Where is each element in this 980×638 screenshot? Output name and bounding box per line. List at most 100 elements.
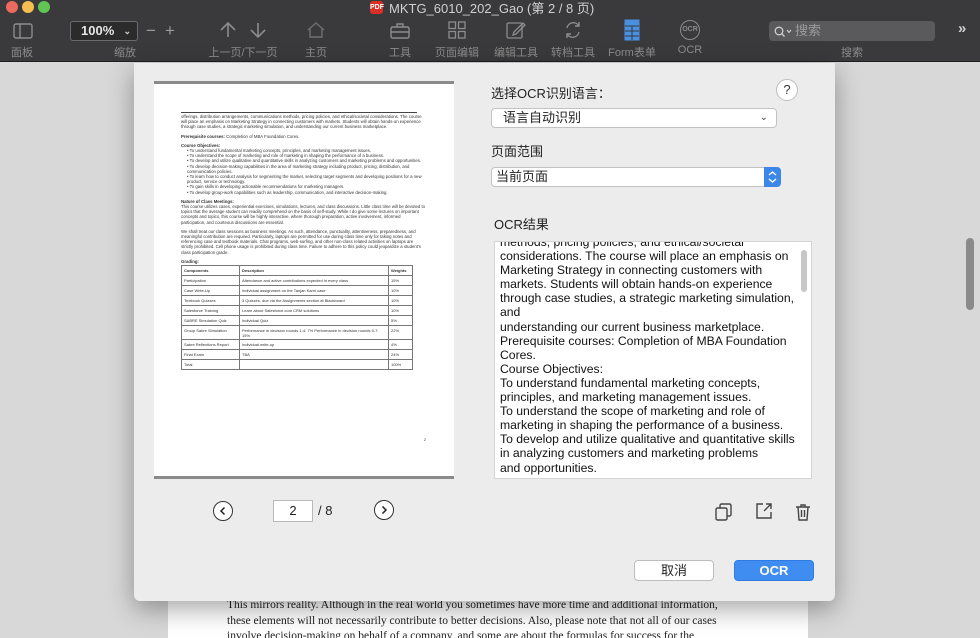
- table-cell: Case Write-Up: [181, 285, 240, 297]
- tools-label: 工具: [389, 47, 411, 59]
- tools-button[interactable]: 工具: [382, 0, 418, 62]
- table-cell: 10%: [388, 285, 413, 297]
- table-cell: 10%: [388, 305, 413, 317]
- ocr-line: Prerequisite courses: Completion of MBA …: [500, 333, 787, 348]
- ocr-line: understanding our current business marke…: [500, 319, 765, 334]
- ocr-language-title: 选择OCR识别语言：: [491, 86, 611, 101]
- table-header: Components: [181, 265, 240, 277]
- trash-icon: [796, 504, 810, 521]
- table-cell: SABRE Simulation Quiz: [181, 315, 240, 327]
- convert-tools-button[interactable]: 转档工具: [546, 0, 600, 62]
- ocr-result-text: methods, pricing policies, and ethical/s…: [500, 242, 800, 475]
- zoom-in-button[interactable]: +: [163, 21, 177, 40]
- page-range-select[interactable]: 当前页面: [491, 167, 781, 187]
- arrow-up-icon[interactable]: [218, 20, 238, 40]
- panel-label: 面板: [11, 47, 33, 59]
- page-edit-button[interactable]: 页面编辑: [430, 0, 484, 62]
- table-header-row: Components Description Weights: [181, 265, 413, 277]
- document-line: these elements will not necessarily cont…: [227, 614, 717, 627]
- table-cell: Individual Quiz: [239, 315, 389, 327]
- home-label: 主页: [305, 47, 327, 59]
- ocr-result-title: OCR结果: [494, 217, 549, 232]
- delete-button[interactable]: [793, 502, 813, 522]
- search-label: 搜索: [841, 47, 863, 59]
- ocr-line: Course Objectives:: [500, 361, 603, 376]
- table-header: Description: [239, 265, 389, 277]
- table-cell: Performance in decision rounds 1-4: 7% P…: [239, 325, 389, 341]
- page-number-input[interactable]: 2: [273, 500, 313, 522]
- page-preview: offerings, distribution arrangements, co…: [154, 81, 454, 479]
- ocr-toolbar-button[interactable]: OCR OCR: [672, 0, 708, 62]
- cancel-button[interactable]: 取消: [634, 560, 714, 581]
- ocr-result-scrollbar[interactable]: [801, 250, 807, 292]
- home-button[interactable]: 主页: [296, 0, 336, 62]
- table-cell: 10%: [388, 295, 413, 307]
- prev-next-label: 上一页/下一页: [208, 47, 278, 59]
- table-cell: Individual write-up: [239, 339, 389, 351]
- preview-prereq: Prerequisite courses: Completion of MBA …: [181, 134, 426, 139]
- ocr-line: markets. Students will obtain hands-on e…: [500, 277, 773, 292]
- ocr-run-button[interactable]: OCR: [734, 560, 814, 581]
- arrow-down-icon[interactable]: [248, 20, 268, 40]
- panel-button[interactable]: 面板: [4, 0, 40, 62]
- table-cell: 22%: [388, 325, 413, 341]
- table-cell: 3 Quizzes, due via the Assignments secti…: [239, 295, 389, 307]
- document-text: This mirrors reality. Although in the re…: [227, 598, 747, 638]
- more-toolbar-button[interactable]: »: [958, 20, 966, 37]
- prev-next-page-buttons[interactable]: 上一页/下一页: [203, 0, 283, 62]
- previous-page-button[interactable]: [213, 501, 233, 521]
- ocr-language-value: 语言自动识别: [503, 110, 582, 125]
- ocr-line: and opportunities.: [500, 460, 597, 475]
- export-button[interactable]: [754, 501, 774, 521]
- preview-intro: offerings, distribution arrangements, co…: [181, 114, 422, 130]
- ocr-line: principles, and marketing management iss…: [500, 390, 752, 405]
- zoom-label-box: 缩放: [90, 0, 160, 62]
- edit-tools-button[interactable]: 编辑工具: [489, 0, 543, 62]
- search-icon: [774, 26, 792, 37]
- export-icon: [756, 503, 772, 519]
- table-row: Final Exam TBA 24%: [181, 349, 413, 361]
- convert-icon: [566, 22, 580, 38]
- table-cell: Salesforce Training: [181, 305, 240, 317]
- ocr-result-textarea[interactable]: methods, pricing policies, and ethical/s…: [494, 241, 812, 479]
- table-cell: Attendance and active contributions expe…: [239, 275, 389, 287]
- table-cell: [239, 359, 389, 371]
- form-icon: [624, 19, 640, 41]
- search-placeholder: 搜索: [795, 23, 822, 38]
- ocr-line: and: [500, 305, 521, 320]
- page-range-title: 页面范围: [491, 144, 544, 159]
- preview-grading-table: Components Description Weights Participa…: [181, 265, 413, 371]
- chevron-left-icon: [219, 506, 226, 516]
- chevron-right-icon: [381, 505, 388, 515]
- preview-page-number: 2: [423, 437, 426, 442]
- copy-button[interactable]: [714, 502, 734, 522]
- table-cell: 15%: [388, 275, 413, 287]
- table-cell: 4%: [388, 339, 413, 351]
- ocr-icon: OCR: [680, 20, 700, 40]
- table-cell: 24%: [388, 349, 413, 361]
- ocr-line: To understand the scope of marketing and…: [500, 404, 765, 419]
- ocr-line: To develop and utilize qualitative and q…: [500, 432, 795, 447]
- preview-prereq-label: Prerequisite courses:: [181, 133, 225, 139]
- next-page-button[interactable]: [374, 500, 394, 520]
- preview-grading-title: Grading:: [181, 258, 199, 264]
- preview-objectives-list: To understand fundamental marketing conc…: [187, 148, 426, 195]
- help-button[interactable]: ?: [776, 79, 798, 101]
- window-toolbar: PDF MKTG_6010_202_Gao (第 2 / 8 页) 面板 100…: [0, 0, 980, 62]
- document-line: involve decision-making on behalf of a c…: [227, 630, 695, 638]
- document-scrollbar[interactable]: [966, 238, 974, 310]
- grid-icon: [448, 21, 466, 39]
- preview-divider: [181, 112, 417, 113]
- table-cell: Textbook Quizzes: [181, 295, 240, 307]
- ocr-line: marketing in shaping the performance of …: [500, 418, 784, 433]
- table-cell: 100%: [388, 359, 413, 371]
- ocr-line: Cores.: [500, 347, 536, 362]
- ocr-line: through case studies, a strategic market…: [500, 291, 794, 306]
- zoom-label: 缩放: [114, 47, 136, 59]
- table-row: Total 100%: [181, 359, 413, 371]
- form-button[interactable]: Form表单: [604, 0, 660, 62]
- preview-meetings-text: This course utilizes cases, experiential…: [181, 204, 426, 225]
- table-cell: Group Sabre Simulation: [181, 325, 240, 341]
- ocr-line: To understand fundamental marketing conc…: [500, 375, 761, 390]
- ocr-language-select[interactable]: 语言自动识别 ⌄: [491, 108, 777, 128]
